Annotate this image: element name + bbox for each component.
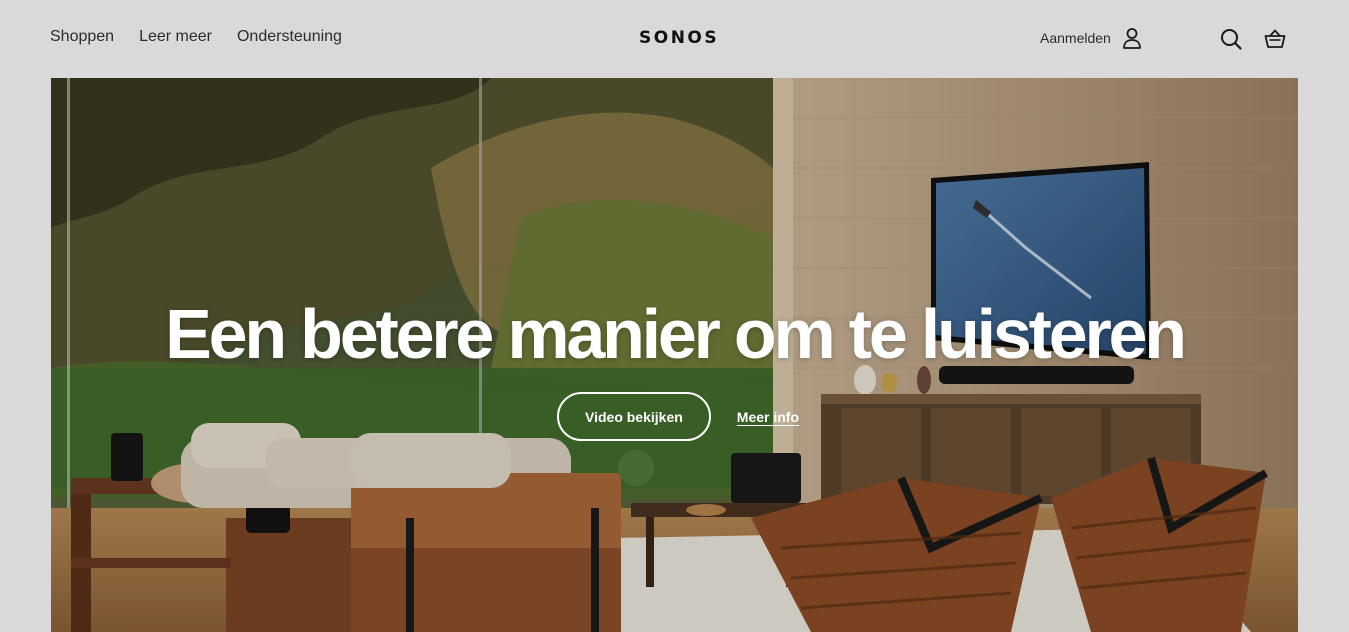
shopping-basket-icon[interactable] (1263, 27, 1287, 51)
watch-video-button[interactable]: Video bekijken (557, 392, 711, 441)
sonos-logo[interactable]: SONOS (639, 28, 719, 48)
nav-item-leer-meer[interactable]: Leer meer (139, 28, 212, 46)
top-navigation-bar: Shoppen Leer meer Ondersteuning SONOS Aa… (0, 0, 1349, 78)
hero-title: Een betere manier om te luisteren (165, 295, 1187, 373)
hero-cta-group: Video bekijken Meer info (557, 392, 799, 441)
nav-item-ondersteuning[interactable]: Ondersteuning (237, 28, 342, 46)
nav-item-shoppen[interactable]: Shoppen (50, 28, 114, 46)
hero-banner: Een betere manier om te luisteren Video … (51, 78, 1298, 632)
user-icon (1121, 27, 1143, 49)
main-nav: Shoppen Leer meer Ondersteuning (50, 28, 342, 46)
search-icon[interactable] (1219, 27, 1243, 51)
signin-button[interactable]: Aanmelden (1040, 27, 1143, 49)
signin-label: Aanmelden (1040, 30, 1111, 46)
learn-more-link[interactable]: Meer info (737, 409, 799, 425)
